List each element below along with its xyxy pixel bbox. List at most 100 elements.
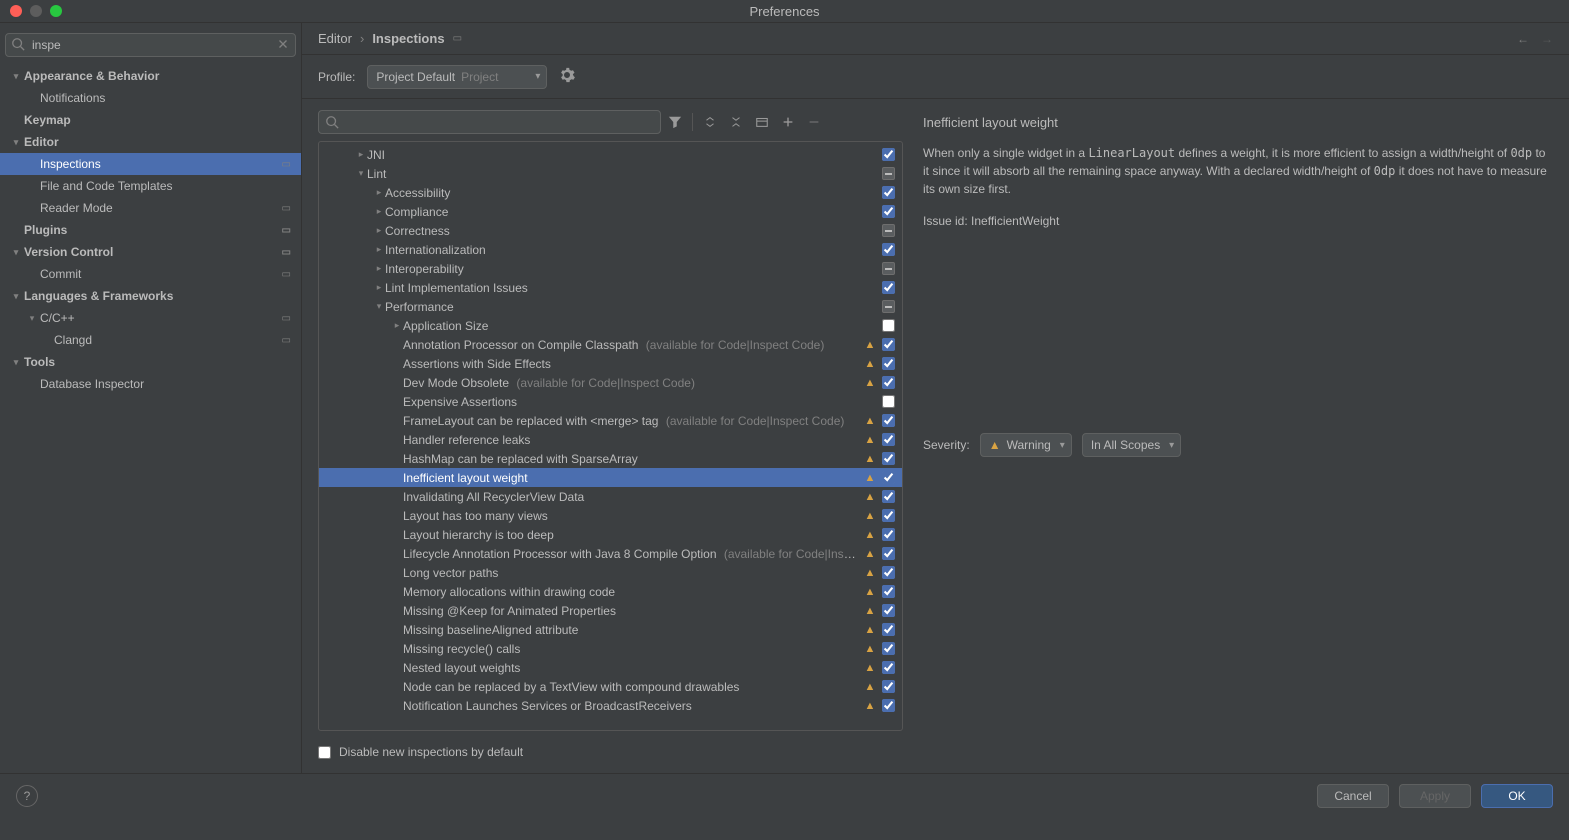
inspection-checkbox[interactable] bbox=[882, 566, 895, 579]
apply-button[interactable]: Apply bbox=[1399, 784, 1471, 808]
sidebar-item[interactable]: Commit▭ bbox=[0, 263, 301, 285]
close-window-button[interactable] bbox=[10, 5, 22, 17]
inspection-row[interactable]: Missing @Keep for Animated Properties▲ bbox=[319, 601, 902, 620]
inspection-checkbox[interactable] bbox=[882, 509, 895, 522]
inspection-checkbox[interactable] bbox=[882, 642, 895, 655]
sidebar-item[interactable]: ▾Languages & Frameworks bbox=[0, 285, 301, 307]
inspection-checkbox[interactable] bbox=[882, 319, 895, 332]
sidebar-item[interactable]: Inspections▭ bbox=[0, 153, 301, 175]
inspection-checkbox[interactable] bbox=[882, 623, 895, 636]
add-icon[interactable] bbox=[776, 110, 800, 134]
inspection-row[interactable]: Missing baselineAligned attribute▲ bbox=[319, 620, 902, 639]
inspection-row[interactable]: ▾Performance bbox=[319, 297, 902, 316]
inspection-row[interactable]: ▸Internationalization bbox=[319, 240, 902, 259]
cancel-button[interactable]: Cancel bbox=[1317, 784, 1389, 808]
sidebar-item[interactable]: ▾Editor bbox=[0, 131, 301, 153]
minimize-window-button[interactable] bbox=[30, 5, 42, 17]
inspection-row[interactable]: Layout has too many views▲ bbox=[319, 506, 902, 525]
sidebar-item[interactable]: Plugins▭ bbox=[0, 219, 301, 241]
inspection-row[interactable]: ▸Compliance bbox=[319, 202, 902, 221]
reset-icon[interactable] bbox=[750, 110, 774, 134]
inspection-checkbox[interactable] bbox=[882, 699, 895, 712]
sidebar-item[interactable]: Notifications bbox=[0, 87, 301, 109]
inspection-checkbox[interactable] bbox=[882, 433, 895, 446]
inspection-checkbox[interactable] bbox=[882, 281, 895, 294]
inspection-row[interactable]: HashMap can be replaced with SparseArray… bbox=[319, 449, 902, 468]
inspection-checkbox[interactable] bbox=[882, 604, 895, 617]
inspection-row[interactable]: ▸Application Size bbox=[319, 316, 902, 335]
profile-select[interactable]: Project Default Project bbox=[367, 65, 547, 89]
inspection-row[interactable]: Memory allocations within drawing code▲ bbox=[319, 582, 902, 601]
inspection-row[interactable]: Layout hierarchy is too deep▲ bbox=[319, 525, 902, 544]
sidebar-item[interactable]: File and Code Templates bbox=[0, 175, 301, 197]
inspection-row[interactable]: ▸Lint Implementation Issues bbox=[319, 278, 902, 297]
inspection-checkbox[interactable] bbox=[882, 528, 895, 541]
inspection-row[interactable]: Invalidating All RecyclerView Data▲ bbox=[319, 487, 902, 506]
preferences-tree[interactable]: ▾Appearance & BehaviorNotificationsKeyma… bbox=[0, 57, 301, 773]
inspection-row[interactable]: ▸Interoperability bbox=[319, 259, 902, 278]
nav-back-icon[interactable]: ← bbox=[1517, 32, 1529, 46]
sidebar-item[interactable]: ▾Version Control▭ bbox=[0, 241, 301, 263]
sidebar-item[interactable]: ▾Tools bbox=[0, 351, 301, 373]
inspection-checkbox[interactable] bbox=[882, 338, 895, 351]
inspection-checkbox[interactable] bbox=[882, 490, 895, 503]
sidebar-item[interactable]: ▾C/C++▭ bbox=[0, 307, 301, 329]
scope-select[interactable]: In All Scopes bbox=[1082, 433, 1181, 457]
inspection-row[interactable]: Inefficient layout weight▲ bbox=[319, 468, 902, 487]
inspection-row[interactable]: ▸JNI bbox=[319, 145, 902, 164]
inspection-checkbox[interactable] bbox=[882, 395, 895, 408]
inspection-search[interactable] bbox=[318, 110, 661, 134]
inspection-checkbox[interactable] bbox=[882, 205, 895, 218]
severity-select[interactable]: ▲ Warning bbox=[980, 433, 1072, 457]
clear-search-icon[interactable] bbox=[276, 37, 290, 54]
inspection-row[interactable]: ▸Correctness bbox=[319, 221, 902, 240]
inspection-checkbox[interactable] bbox=[882, 452, 895, 465]
inspection-row[interactable]: Lifecycle Annotation Processor with Java… bbox=[319, 544, 902, 563]
inspection-checkbox[interactable] bbox=[882, 243, 895, 256]
sidebar-item[interactable]: Reader Mode▭ bbox=[0, 197, 301, 219]
help-button[interactable]: ? bbox=[16, 785, 38, 807]
ok-button[interactable]: OK bbox=[1481, 784, 1553, 808]
sidebar-item[interactable]: Database Inspector bbox=[0, 373, 301, 395]
maximize-window-button[interactable] bbox=[50, 5, 62, 17]
inspection-row[interactable]: FrameLayout can be replaced with <merge>… bbox=[319, 411, 902, 430]
filter-icon[interactable] bbox=[663, 110, 687, 134]
inspection-checkbox[interactable] bbox=[882, 414, 895, 427]
inspection-tree[interactable]: ▾Android▸JNI▾Lint▸Accessibility▸Complian… bbox=[319, 142, 902, 730]
inspection-row[interactable]: Node can be replaced by a TextView with … bbox=[319, 677, 902, 696]
inspection-checkbox[interactable] bbox=[882, 376, 895, 389]
inspection-row[interactable]: Expensive Assertions bbox=[319, 392, 902, 411]
inspection-row[interactable]: Notification Launches Services or Broadc… bbox=[319, 696, 902, 715]
inspection-checkbox[interactable] bbox=[882, 148, 895, 161]
inspection-checkbox[interactable] bbox=[882, 357, 895, 370]
inspection-checkbox[interactable] bbox=[882, 224, 895, 237]
inspection-row[interactable]: Nested layout weights▲ bbox=[319, 658, 902, 677]
inspection-search-input[interactable] bbox=[319, 111, 660, 133]
inspection-row[interactable]: Long vector paths▲ bbox=[319, 563, 902, 582]
inspection-row[interactable]: Dev Mode Obsolete (available for Code|In… bbox=[319, 373, 902, 392]
sidebar-item[interactable]: Clangd▭ bbox=[0, 329, 301, 351]
expand-all-icon[interactable] bbox=[698, 110, 722, 134]
inspection-checkbox[interactable] bbox=[882, 167, 895, 180]
inspection-row[interactable]: Assertions with Side Effects▲ bbox=[319, 354, 902, 373]
inspection-checkbox[interactable] bbox=[882, 547, 895, 560]
inspection-checkbox[interactable] bbox=[882, 186, 895, 199]
sidebar-item[interactable]: Keymap bbox=[0, 109, 301, 131]
inspection-checkbox[interactable] bbox=[882, 585, 895, 598]
inspection-checkbox[interactable] bbox=[882, 262, 895, 275]
inspection-row[interactable]: ▾Lint bbox=[319, 164, 902, 183]
inspection-checkbox[interactable] bbox=[882, 300, 895, 313]
gear-icon[interactable] bbox=[559, 67, 575, 86]
collapse-all-icon[interactable] bbox=[724, 110, 748, 134]
inspection-row[interactable]: Annotation Processor on Compile Classpat… bbox=[319, 335, 902, 354]
sidebar-item[interactable]: ▾Appearance & Behavior bbox=[0, 65, 301, 87]
inspection-row[interactable]: Handler reference leaks▲ bbox=[319, 430, 902, 449]
disable-new-inspections-checkbox[interactable] bbox=[318, 746, 331, 759]
inspection-checkbox[interactable] bbox=[882, 471, 895, 484]
remove-icon[interactable] bbox=[802, 110, 826, 134]
breadcrumb-parent[interactable]: Editor bbox=[318, 31, 352, 46]
inspection-row[interactable]: ▸Accessibility bbox=[319, 183, 902, 202]
preferences-search[interactable] bbox=[5, 33, 296, 57]
preferences-search-input[interactable] bbox=[5, 33, 296, 57]
inspection-checkbox[interactable] bbox=[882, 680, 895, 693]
